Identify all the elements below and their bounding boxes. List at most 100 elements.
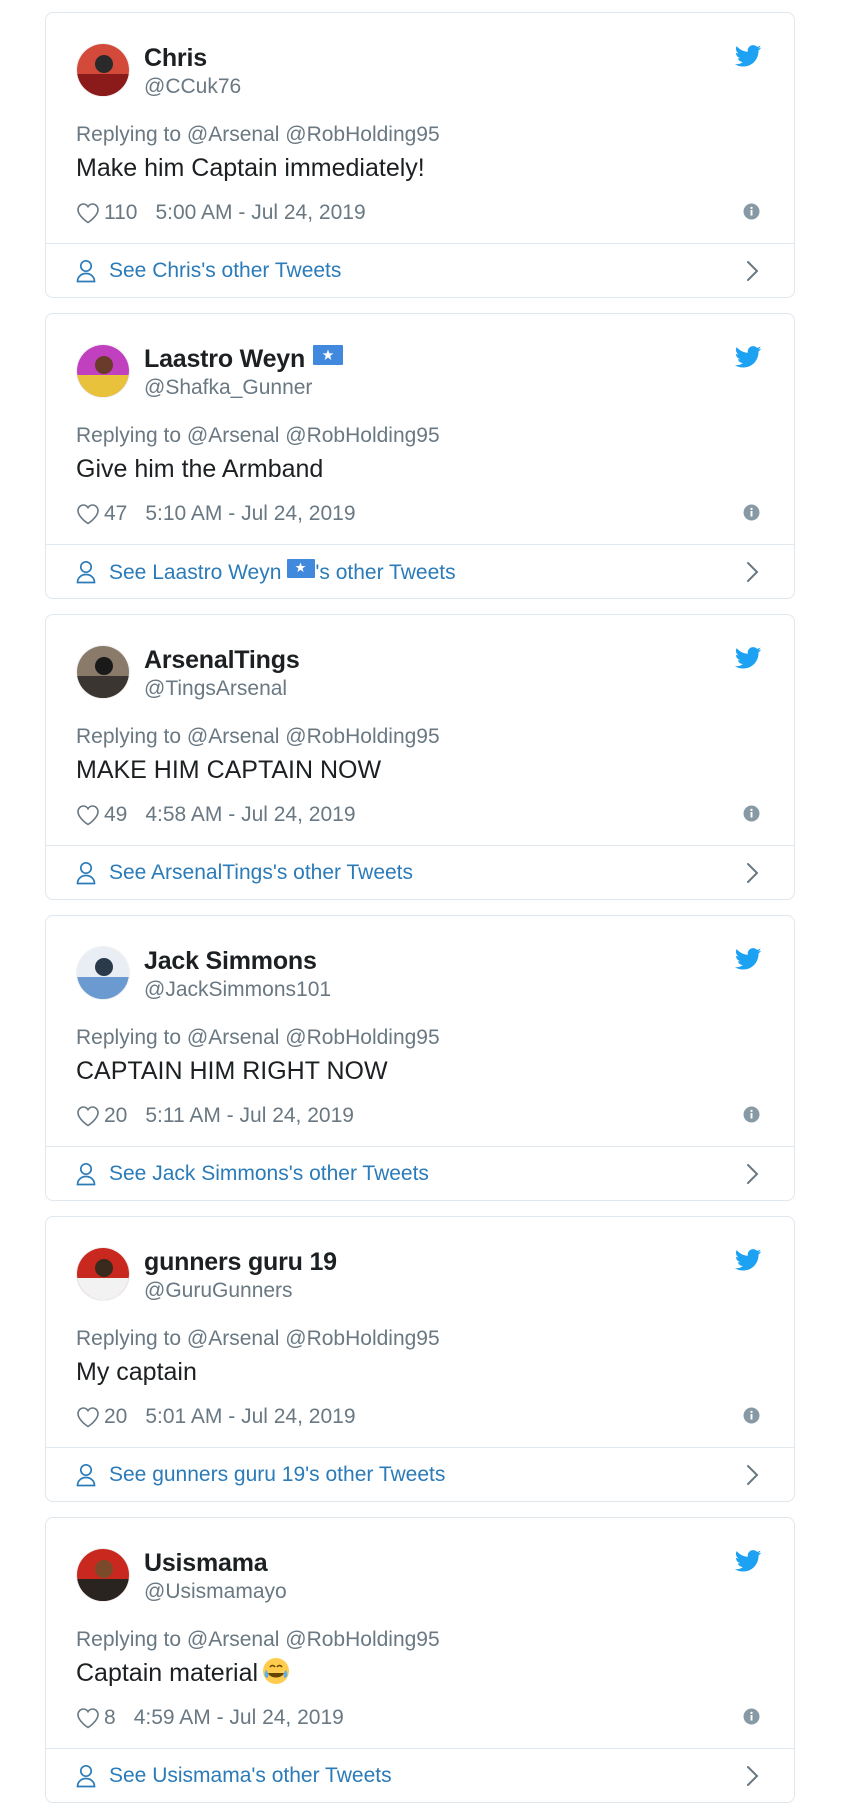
author-name[interactable]: gunners guru 19: [144, 1247, 337, 1277]
like-count[interactable]: 47: [104, 501, 127, 527]
somalia-flag-icon: [287, 559, 316, 578]
like-count[interactable]: 20: [104, 1404, 127, 1430]
author-handle[interactable]: @Shafka_Gunner: [144, 375, 312, 401]
timestamp[interactable]: 5:10 AM - Jul 24, 2019: [145, 501, 355, 527]
author-name-text[interactable]: gunners guru 19: [144, 1248, 337, 1276]
author-handle[interactable]: @CCuk76: [144, 74, 241, 100]
info-icon[interactable]: [743, 504, 760, 521]
tweet-meta: 47 5:10 AM - Jul 24, 2019: [76, 501, 356, 527]
see-other-tweets-label[interactable]: See Jack Simmons's other Tweets: [109, 1161, 429, 1187]
author-name[interactable]: ArsenalTings: [144, 645, 300, 675]
twitter-bird-icon[interactable]: [734, 1550, 762, 1572]
tweet-body[interactable]: Usismama @Usismamayo Replying to @Arsenal …: [46, 1518, 794, 1748]
tweet-card[interactable]: Usismama @Usismamayo Replying to @Arsenal …: [45, 1517, 795, 1803]
author-handle[interactable]: @Usismamayo: [144, 1579, 287, 1605]
avatar[interactable]: [76, 1247, 130, 1301]
timestamp[interactable]: 4:58 AM - Jul 24, 2019: [145, 802, 355, 828]
see-other-tweets-link[interactable]: See Chris's other Tweets: [46, 244, 794, 298]
twitter-bird-icon[interactable]: [734, 346, 762, 368]
heart-icon[interactable]: [76, 1406, 100, 1428]
see-other-tweets-suffix: 's other Tweets: [288, 1162, 429, 1185]
info-icon[interactable]: [743, 805, 760, 822]
info-icon[interactable]: [743, 1708, 760, 1725]
info-icon[interactable]: [743, 1407, 760, 1424]
author-handle[interactable]: @GuruGunners: [144, 1278, 293, 1304]
timestamp[interactable]: 5:00 AM - Jul 24, 2019: [155, 200, 365, 226]
tweet-body[interactable]: ArsenalTings @TingsArsenal Replying to @Ar…: [46, 615, 794, 845]
author-name[interactable]: Laastro Weyn: [144, 344, 344, 374]
timestamp[interactable]: 5:01 AM - Jul 24, 2019: [145, 1404, 355, 1430]
like-count[interactable]: 110: [104, 200, 137, 226]
avatar[interactable]: [76, 645, 130, 699]
author-name-text[interactable]: Laastro Weyn: [144, 345, 305, 373]
see-other-tweets-label[interactable]: See Chris's other Tweets: [109, 258, 341, 284]
tweet-card[interactable]: ArsenalTings @TingsArsenal Replying to @Ar…: [45, 614, 795, 900]
reply-context: Replying to @Arsenal @RobHolding95: [76, 1026, 440, 1049]
author-name-text[interactable]: Usismama: [144, 1549, 268, 1577]
author-name-text[interactable]: ArsenalTings: [144, 646, 300, 674]
tweet-text-content: MAKE HIM CAPTAIN NOW: [76, 756, 382, 784]
author-handle[interactable]: @TingsArsenal: [144, 676, 287, 702]
see-other-tweets-label[interactable]: See gunners guru 19's other Tweets: [109, 1462, 445, 1488]
avatar[interactable]: [76, 43, 130, 97]
heart-icon[interactable]: [76, 1707, 100, 1729]
see-other-tweets-link[interactable]: See Laastro Weyn 's other Tweets: [46, 545, 794, 599]
info-icon[interactable]: [743, 203, 760, 220]
see-other-tweets-suffix: 's other Tweets: [272, 861, 414, 884]
timestamp[interactable]: 5:11 AM - Jul 24, 2019: [145, 1103, 354, 1129]
twitter-bird-icon[interactable]: [734, 1249, 762, 1271]
see-other-tweets-link[interactable]: See ArsenalTings's other Tweets: [46, 846, 794, 900]
author-name[interactable]: Usismama: [144, 1548, 268, 1578]
see-other-tweets-link[interactable]: See Usismama's other Tweets: [46, 1749, 794, 1803]
somalia-flag-icon: [313, 345, 344, 365]
tweet-card[interactable]: gunners guru 19 @GuruGunners Replying to @…: [45, 1216, 795, 1502]
tweet-text-content: CAPTAIN HIM RIGHT NOW: [76, 1057, 388, 1085]
tweet-text: Give him the Armband: [76, 453, 323, 485]
tweet-text-content: Give him the Armband: [76, 455, 324, 483]
avatar[interactable]: [76, 344, 130, 398]
tweet-meta: 20 5:11 AM - Jul 24, 2019: [76, 1103, 354, 1129]
see-other-tweets-suffix: 's other Tweets: [251, 1764, 392, 1787]
person-icon: [76, 1463, 96, 1487]
author-name[interactable]: Chris: [144, 43, 207, 73]
see-other-tweets-link[interactable]: See gunners guru 19's other Tweets: [46, 1448, 794, 1502]
avatar[interactable]: [76, 1548, 130, 1602]
tweet-card[interactable]: Chris @CCuk76 Replying to @Arsenal @RobHol…: [45, 12, 795, 298]
tweet-card[interactable]: Jack Simmons @JackSimmons101 Replying to @…: [45, 915, 795, 1201]
chevron-right-icon: [746, 1163, 760, 1185]
reply-context: Replying to @Arsenal @RobHolding95: [76, 123, 440, 146]
author-name-text[interactable]: Jack Simmons: [144, 947, 317, 975]
heart-icon[interactable]: [76, 202, 100, 224]
twitter-bird-icon[interactable]: [734, 647, 762, 669]
tweet-card[interactable]: Laastro Weyn @Shafka_Gunner Replying to @A…: [45, 313, 795, 599]
twitter-bird-icon[interactable]: [734, 948, 762, 970]
info-icon[interactable]: [743, 1106, 760, 1123]
heart-icon[interactable]: [76, 1105, 100, 1127]
see-other-tweets-link[interactable]: See Jack Simmons's other Tweets: [46, 1147, 794, 1201]
author-name[interactable]: Jack Simmons: [144, 946, 317, 976]
author-handle[interactable]: @JackSimmons101: [144, 977, 331, 1003]
avatar[interactable]: [76, 946, 130, 1000]
see-other-tweets-label[interactable]: See ArsenalTings's other Tweets: [109, 860, 413, 886]
see-other-tweets-prefix: See ArsenalTings: [109, 861, 273, 884]
see-other-tweets-label[interactable]: See Usismama's other Tweets: [109, 1763, 392, 1789]
like-count[interactable]: 20: [104, 1103, 127, 1129]
tweet-body[interactable]: Laastro Weyn @Shafka_Gunner Replying to @A…: [46, 314, 794, 544]
tweet-meta: 110 5:00 AM - Jul 24, 2019: [76, 200, 366, 226]
timestamp[interactable]: 4:59 AM - Jul 24, 2019: [134, 1705, 344, 1731]
tweet-meta: 8 4:59 AM - Jul 24, 2019: [76, 1705, 344, 1731]
tweet-text-content: My captain: [76, 1358, 197, 1386]
author-name-text[interactable]: Chris: [144, 44, 207, 72]
see-other-tweets-label[interactable]: See Laastro Weyn 's other Tweets: [109, 559, 456, 586]
tweet-body[interactable]: gunners guru 19 @GuruGunners Replying to @…: [46, 1217, 794, 1447]
twitter-bird-icon[interactable]: [734, 45, 762, 67]
tweet-body[interactable]: Jack Simmons @JackSimmons101 Replying to @…: [46, 916, 794, 1146]
heart-icon[interactable]: [76, 804, 100, 826]
heart-icon[interactable]: [76, 503, 100, 525]
like-count[interactable]: 49: [104, 802, 127, 828]
reply-context: Replying to @Arsenal @RobHolding95: [76, 725, 440, 748]
see-other-tweets-prefix: See Laastro Weyn: [109, 561, 282, 584]
tweet-text: Captain material: [76, 1657, 290, 1693]
tweet-body[interactable]: Chris @CCuk76 Replying to @Arsenal @RobHol…: [46, 13, 794, 243]
like-count[interactable]: 8: [104, 1705, 116, 1731]
